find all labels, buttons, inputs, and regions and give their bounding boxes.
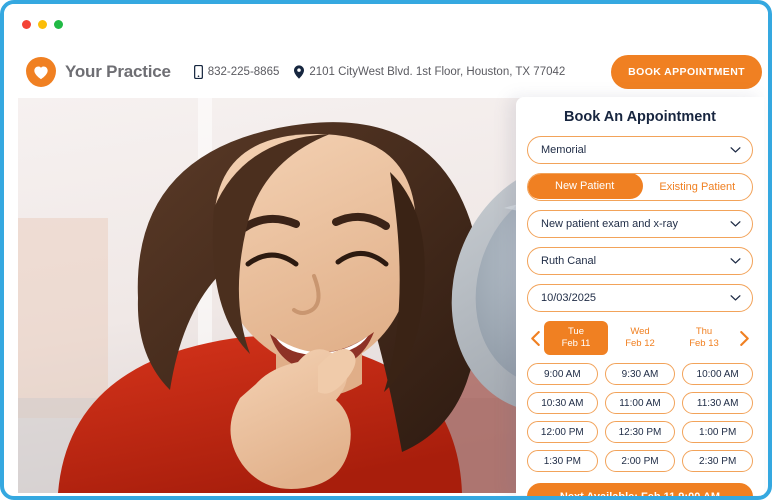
browser-chrome-bar [4, 4, 768, 44]
date-chip-wed[interactable]: Wed Feb 12 [608, 321, 672, 355]
date-chip-weekday: Thu [695, 326, 713, 337]
time-slot[interactable]: 2:00 PM [604, 450, 676, 472]
date-chip-date: Feb 12 [625, 338, 655, 349]
date-select[interactable]: 10/03/2025 [527, 284, 753, 312]
toggle-existing-patient[interactable]: Existing Patient [643, 174, 752, 200]
service-select-value: New patient exam and x-ray [541, 218, 678, 230]
chevron-right-icon[interactable] [736, 330, 753, 346]
date-strip: Tue Feb 11 Wed Feb 12 Thu Feb 13 [527, 321, 753, 355]
address-text[interactable]: 2101 CityWest Blvd. 1st Floor, Houston, … [309, 66, 565, 78]
chevron-down-icon [730, 147, 741, 154]
date-chip-date: Feb 11 [561, 338, 591, 349]
time-slot[interactable]: 11:30 AM [682, 392, 753, 414]
date-chip-weekday: Wed [630, 326, 650, 337]
date-chip-weekday: Tue [567, 326, 585, 337]
location-select-value: Memorial [541, 144, 587, 156]
chevron-left-icon[interactable] [527, 330, 544, 346]
provider-select-value: Ruth Canal [541, 255, 597, 267]
chevron-down-icon [730, 295, 741, 302]
pin-glyph [294, 65, 305, 79]
date-select-value: 10/03/2025 [541, 292, 597, 304]
panel-title: Book An Appointment [564, 109, 716, 125]
book-appointment-button[interactable]: BOOK APPOINTMENT [611, 55, 762, 89]
browser-window-frame: Your Practice 832-225-8865 2101 CityWest… [0, 0, 772, 500]
chevron-down-icon [730, 258, 741, 265]
service-select[interactable]: New patient exam and x-ray [527, 210, 753, 238]
time-slot[interactable]: 11:00 AM [604, 392, 676, 414]
phone-number-text[interactable]: 832-225-8865 [208, 66, 280, 78]
brand-logo[interactable]: Your Practice [26, 57, 171, 87]
time-slot[interactable]: 2:30 PM [682, 450, 753, 472]
close-window-dot[interactable] [22, 20, 31, 29]
date-chip-date: Feb 13 [689, 338, 719, 349]
contact-info: 832-225-8865 2101 CityWest Blvd. 1st Flo… [193, 65, 565, 79]
time-slot-grid: 9:00 AM 9:30 AM 10:00 AM 10:30 AM 11:00 … [527, 363, 753, 472]
mobile-phone-icon [193, 65, 203, 79]
time-slot[interactable]: 12:00 PM [527, 421, 598, 443]
date-chip-tue[interactable]: Tue Feb 11 [544, 321, 608, 355]
time-slot[interactable]: 9:00 AM [527, 363, 598, 385]
time-slot[interactable]: 10:00 AM [682, 363, 753, 385]
map-pin-icon [294, 65, 305, 79]
time-slot[interactable]: 12:30 PM [604, 421, 676, 443]
time-slot[interactable]: 9:30 AM [604, 363, 676, 385]
heart-logo-icon [26, 57, 56, 87]
window-controls [22, 20, 63, 29]
time-slot[interactable]: 1:30 PM [527, 450, 598, 472]
minimize-window-dot[interactable] [38, 20, 47, 29]
provider-select[interactable]: Ruth Canal [527, 247, 753, 275]
brand-name-text: Your Practice [65, 62, 171, 81]
chevron-down-icon [730, 221, 741, 228]
next-available-button[interactable]: Next Available: Feb 11 9:00 AM [527, 483, 753, 496]
time-slot[interactable]: 10:30 AM [527, 392, 598, 414]
site-header: Your Practice 832-225-8865 2101 CityWest… [18, 46, 762, 98]
location-select[interactable]: Memorial [527, 136, 753, 164]
time-slot[interactable]: 1:00 PM [682, 421, 753, 443]
patient-type-toggle[interactable]: New Patient Existing Patient [527, 173, 753, 201]
toggle-new-patient[interactable]: New Patient [528, 174, 643, 199]
maximize-window-dot[interactable] [54, 20, 63, 29]
heart-glyph [34, 66, 48, 79]
phone-glyph [193, 65, 203, 79]
booking-panel: Book An Appointment Memorial New Patient… [516, 97, 764, 496]
date-chip-thu[interactable]: Thu Feb 13 [672, 321, 736, 355]
